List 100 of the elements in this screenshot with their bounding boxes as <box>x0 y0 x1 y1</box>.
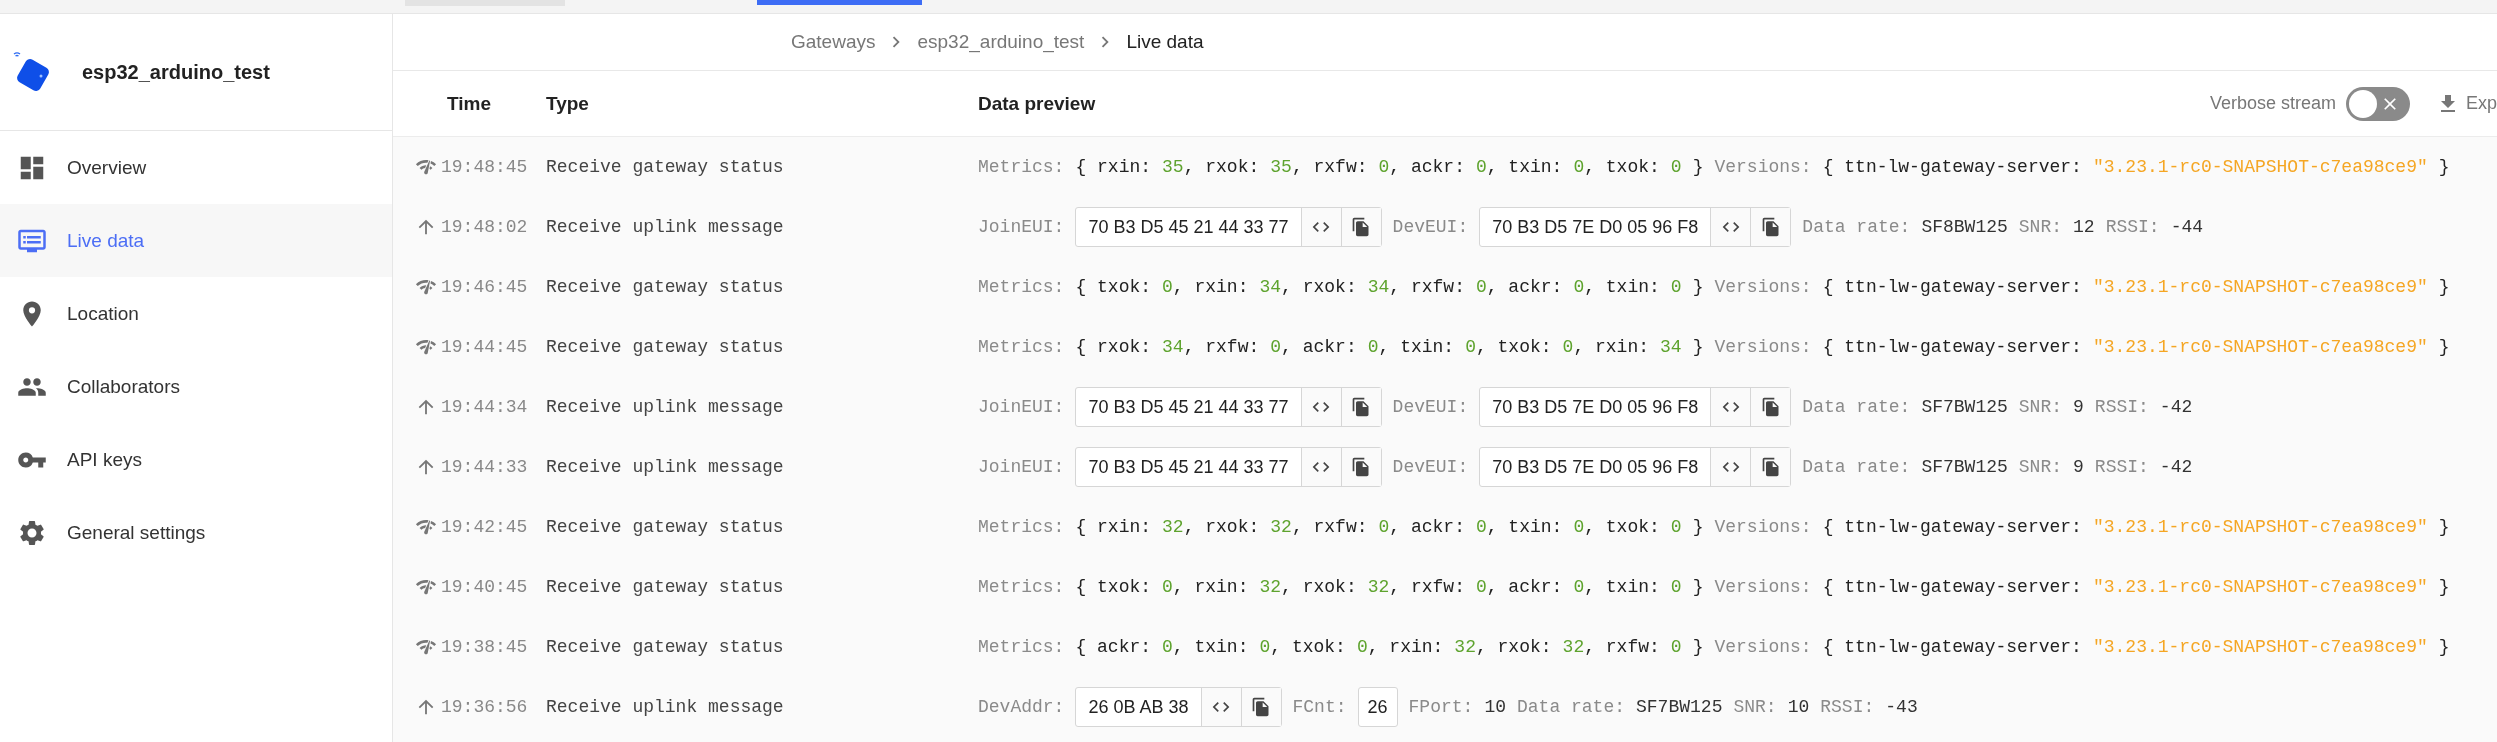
preview-value: 0 <box>1573 157 1585 177</box>
copy-button[interactable] <box>1240 688 1281 726</box>
export-button[interactable]: Exp <box>2435 91 2497 116</box>
breadcrumb-link[interactable]: esp32_arduino_test <box>917 31 1085 53</box>
preview-value: , rxin: <box>1172 277 1249 297</box>
preview-value: 10 <box>1787 697 1810 717</box>
format-button[interactable] <box>1300 388 1341 426</box>
format-button[interactable] <box>1710 208 1751 246</box>
preview-value: , ackr: <box>1486 577 1563 597</box>
preview-value: 32 <box>1259 577 1282 597</box>
event-time: 19:40:45 <box>441 577 528 597</box>
preview-label: Versions: <box>1714 577 1812 597</box>
preview-value: 34 <box>1367 277 1390 297</box>
preview-value: 0 <box>1367 337 1379 357</box>
eui-field[interactable]: 70 B3 D5 45 21 44 33 77 <box>1075 447 1382 487</box>
preview-value: "3.23.1-rc0-SNAPSHOT-c7ea98ce9" <box>2092 277 2428 297</box>
preview-label: JoinEUI: <box>978 397 1065 417</box>
copy-icon <box>1351 397 1372 417</box>
copy-button[interactable] <box>1750 208 1791 246</box>
nav-item[interactable]: Collaborators <box>0 350 392 423</box>
event-time: 19:44:45 <box>441 337 528 357</box>
breadcrumb-link[interactable]: Gateways <box>791 31 876 53</box>
preview-value: 35 <box>1270 157 1292 177</box>
preview-value: SF8BW125 <box>1921 217 2008 237</box>
preview-value: { ttn-lw-gateway-server: <box>1822 337 2082 357</box>
counter-value: 26 <box>1357 687 1398 727</box>
preview-value: , txok: <box>1584 157 1660 177</box>
preview-label: Metrics: <box>978 157 1065 177</box>
preview-value: } <box>2438 637 2450 657</box>
column-header: Type <box>546 92 590 115</box>
preview-value: , rxfw: <box>1183 337 1260 357</box>
eui-field[interactable]: 70 B3 D5 7E D0 05 96 F8 <box>1479 387 1792 427</box>
eui-field[interactable]: 70 B3 D5 7E D0 05 96 F8 <box>1479 207 1792 247</box>
preview-value: 32 <box>1162 517 1184 537</box>
copy-button[interactable] <box>1340 448 1381 486</box>
format-button[interactable] <box>1300 208 1341 246</box>
format-button[interactable] <box>1710 448 1751 486</box>
preview-value: "3.23.1-rc0-SNAPSHOT-c7ea98ce9" <box>2092 637 2428 657</box>
copy-button[interactable] <box>1750 388 1791 426</box>
copy-icon <box>1351 217 1372 237</box>
preview-value: 0 <box>1475 157 1487 177</box>
preview-value: , rxin: <box>1172 577 1249 597</box>
preview-value: 32 <box>1454 637 1476 657</box>
preview-value: , txok: <box>1475 337 1552 357</box>
event-type: Receive gateway status <box>546 517 784 537</box>
copy-icon <box>1251 697 1271 717</box>
preview-label: RSSI: <box>2094 397 2149 417</box>
preview-value: , ackr: <box>1486 277 1563 297</box>
preview-value: 0 <box>1573 577 1585 597</box>
preview-value: { ttn-lw-gateway-server: <box>1822 517 2082 537</box>
preview-value: -42 <box>2159 397 2193 417</box>
nav-item[interactable]: Overview <box>0 131 392 204</box>
preview-value: , rxfw: <box>1389 277 1465 297</box>
eui-field[interactable]: 26 0B AB 38 <box>1075 687 1282 727</box>
preview-value: } <box>1692 337 1704 357</box>
nav-item[interactable]: API keys <box>0 423 392 496</box>
nav-item[interactable]: Live data <box>0 204 392 277</box>
preview-value: , rxok: <box>1183 517 1260 537</box>
preview-value: { txok: <box>1075 277 1152 297</box>
nav-item[interactable]: Location <box>0 277 392 350</box>
verbose-toggle[interactable] <box>2345 86 2410 121</box>
eui-field[interactable]: 70 B3 D5 45 21 44 33 77 <box>1075 207 1382 247</box>
preview-value: { rxin: <box>1075 517 1152 537</box>
preview-value: 12 <box>2073 217 2095 237</box>
preview-value: , txok: <box>1270 637 1346 657</box>
preview-value: } <box>1692 277 1704 297</box>
preview-value: , rxfw: <box>1584 637 1660 657</box>
preview-label: Metrics: <box>978 637 1065 657</box>
copy-button[interactable] <box>1750 448 1791 486</box>
copy-icon <box>1760 217 1781 237</box>
copy-button[interactable] <box>1340 388 1381 426</box>
nav-item[interactable]: General settings <box>0 496 392 569</box>
preview-value: , txin: <box>1584 277 1660 297</box>
field-value: 70 B3 D5 45 21 44 33 77 <box>1087 395 1290 419</box>
format-button[interactable] <box>1300 448 1341 486</box>
preview-value: 0 <box>1475 277 1487 297</box>
preview-value: , ackr: <box>1281 337 1357 357</box>
preview-value: 0 <box>1670 517 1682 537</box>
preview-value: { ttn-lw-gateway-server: <box>1822 157 2082 177</box>
preview-label: Metrics: <box>978 517 1065 537</box>
preview-label: RSSI: <box>2105 217 2160 237</box>
format-button[interactable] <box>1200 688 1241 726</box>
preview-value: "3.23.1-rc0-SNAPSHOT-c7ea98ce9" <box>2092 157 2428 177</box>
event-time: 19:48:45 <box>441 157 528 177</box>
eui-field[interactable]: 70 B3 D5 45 21 44 33 77 <box>1075 387 1382 427</box>
event-type: Receive gateway status <box>546 277 784 297</box>
preview-label: SNR: <box>1733 697 1777 717</box>
preview-label: JoinEUI: <box>978 217 1065 237</box>
preview-value: { txok: <box>1075 577 1152 597</box>
preview-value: SF7BW125 <box>1636 697 1723 717</box>
field-value: 26 0B AB 38 <box>1087 695 1190 719</box>
event-time: 19:42:45 <box>441 517 528 537</box>
eui-field[interactable]: 70 B3 D5 7E D0 05 96 F8 <box>1479 447 1792 487</box>
event-time: 19:38:45 <box>441 637 528 657</box>
preview-label: SNR: <box>2018 397 2063 417</box>
format-button[interactable] <box>1710 388 1751 426</box>
copy-button[interactable] <box>1340 208 1381 246</box>
preview-value: } <box>2438 517 2450 537</box>
preview-value: } <box>2438 277 2450 297</box>
preview-value: , rxok: <box>1475 637 1552 657</box>
